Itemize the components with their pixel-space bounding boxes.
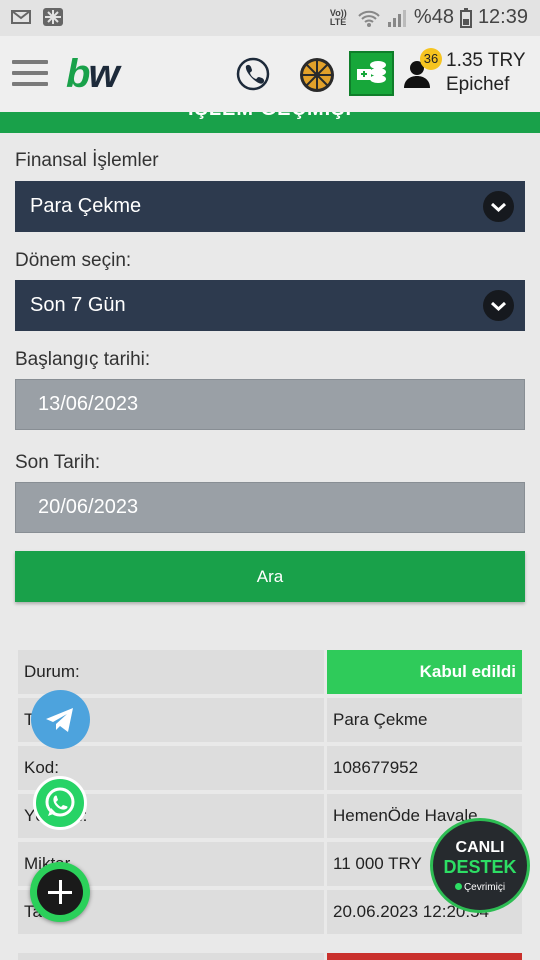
period-select-value: Son 7 Gün <box>30 294 126 316</box>
next-row-key <box>18 953 324 960</box>
notification-badge: 36 <box>420 48 442 70</box>
period-select[interactable]: Son 7 Gün <box>15 280 525 331</box>
gmail-icon <box>11 10 31 24</box>
whatsapp-icon <box>45 787 75 817</box>
period-label: Dönem seçin: <box>15 250 132 271</box>
add-button[interactable] <box>30 862 90 922</box>
online-dot-icon <box>454 883 462 890</box>
telegram-button[interactable] <box>31 690 90 749</box>
network-type: Vo)) LTE <box>329 7 347 27</box>
next-row-status <box>327 953 522 960</box>
brand-logo[interactable]: bw <box>66 52 120 97</box>
row-key: Durum: <box>18 650 324 694</box>
table-row: Kod: 108677952 <box>18 746 522 790</box>
whatsapp-button[interactable] <box>33 776 87 830</box>
status-bar: Vo)) LTE %48 12:39 <box>0 0 540 36</box>
start-date-field[interactable]: 13/06/2023 <box>15 379 525 430</box>
phone-icon[interactable] <box>234 54 272 94</box>
table-row: Tür: Para Çekme <box>18 698 522 742</box>
username[interactable]: Epichef <box>446 74 509 96</box>
status-badge: Kabul edildi <box>327 650 522 694</box>
cashier-icon[interactable] <box>349 51 394 96</box>
telegram-icon <box>46 708 73 732</box>
start-date-label: Başlangıç tarihi: <box>15 349 151 370</box>
battery-icon <box>459 7 472 28</box>
clock: 12:39 <box>477 6 528 28</box>
support-status: Çevrimiçi <box>433 882 527 893</box>
support-line1: CANLI <box>455 839 505 856</box>
end-date-label: Son Tarih: <box>15 452 101 473</box>
page-title: İŞLEM GEÇMİŞİ <box>0 112 540 121</box>
signal-icon <box>387 9 406 27</box>
support-line2: DESTEK <box>443 857 517 877</box>
row-value: Para Çekme <box>327 698 522 742</box>
page-title-bar: İŞLEM GEÇMİŞİ <box>0 112 540 133</box>
top-header: bw 36 1.35 TRY Epichef <box>0 36 540 112</box>
balance[interactable]: 1.35 TRY <box>446 50 526 72</box>
plus-icon <box>37 869 83 915</box>
search-button[interactable]: Ara <box>15 551 525 602</box>
end-date-field[interactable]: 20/06/2023 <box>15 482 525 533</box>
wheel-of-fortune-icon[interactable] <box>298 54 336 94</box>
row-value: 108677952 <box>327 746 522 790</box>
battery-percent: %48 <box>413 6 454 28</box>
menu-icon[interactable] <box>12 60 48 88</box>
chevron-down-icon <box>483 191 514 222</box>
live-support-button[interactable]: CANLI DESTEK Çevrimiçi <box>430 818 530 913</box>
wifi-icon <box>358 10 380 27</box>
table-row: Durum: Kabul edildi <box>18 650 522 694</box>
finance-select-value: Para Çekme <box>30 195 142 217</box>
finance-select[interactable]: Para Çekme <box>15 181 525 232</box>
chevron-down-icon <box>483 290 514 321</box>
app-notification-icon <box>43 8 63 26</box>
finance-label: Finansal İşlemler <box>15 150 159 171</box>
